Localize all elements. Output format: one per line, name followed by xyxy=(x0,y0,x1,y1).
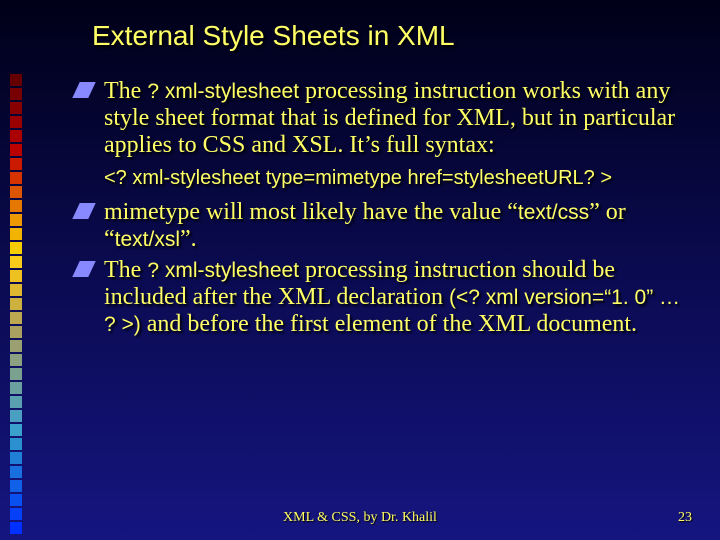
bullet-2-post: ”. xyxy=(180,226,197,252)
decorative-square xyxy=(10,88,22,100)
decorative-square xyxy=(10,354,22,366)
decorative-square-column xyxy=(10,74,34,534)
decorative-square xyxy=(10,172,22,184)
bullet-1: The ? xml-stylesheet processing instruct… xyxy=(76,78,696,159)
decorative-square xyxy=(10,466,22,478)
decorative-square xyxy=(10,270,22,282)
bullet-2-code1: text/css xyxy=(518,201,589,224)
decorative-square xyxy=(10,284,22,296)
bullet-2: mimetype will most likely have the value… xyxy=(76,199,696,253)
bullet-3-pre: The xyxy=(104,257,147,283)
bullet-icon xyxy=(72,261,95,277)
decorative-square xyxy=(10,438,22,450)
decorative-square xyxy=(10,116,22,128)
page-number: 23 xyxy=(678,510,692,526)
decorative-square xyxy=(10,326,22,338)
decorative-square xyxy=(10,130,22,142)
bullet-3-post: and before the first element of the XML … xyxy=(141,311,637,337)
bullet-icon xyxy=(72,82,95,98)
decorative-square xyxy=(10,102,22,114)
bullet-3-code: ? xml-stylesheet xyxy=(147,259,299,282)
decorative-square xyxy=(10,186,22,198)
decorative-square xyxy=(10,242,22,254)
bullet-2-code2: text/xsl xyxy=(115,228,180,251)
decorative-square xyxy=(10,256,22,268)
footer-author: XML & CSS, by Dr. Khalil xyxy=(0,510,720,526)
decorative-square xyxy=(10,480,22,492)
decorative-square xyxy=(10,452,22,464)
decorative-square xyxy=(10,424,22,436)
bullet-1-code: ? xml-stylesheet xyxy=(147,80,299,103)
decorative-square xyxy=(10,214,22,226)
slide-title: External Style Sheets in XML xyxy=(92,20,455,52)
decorative-square xyxy=(10,200,22,212)
bullet-3: The ? xml-stylesheet processing instruct… xyxy=(76,257,696,338)
slide-body: The ? xml-stylesheet processing instruct… xyxy=(76,78,696,341)
syntax-line: <? xml-stylesheet type=mimetype href=sty… xyxy=(76,167,696,189)
decorative-square xyxy=(10,144,22,156)
decorative-square xyxy=(10,368,22,380)
decorative-square xyxy=(10,298,22,310)
decorative-square xyxy=(10,74,22,86)
decorative-square xyxy=(10,228,22,240)
decorative-square xyxy=(10,382,22,394)
bullet-icon xyxy=(72,203,95,219)
bullet-2-pre: mimetype will most likely have the value… xyxy=(104,199,518,225)
decorative-square xyxy=(10,158,22,170)
decorative-square xyxy=(10,410,22,422)
decorative-square xyxy=(10,396,22,408)
slide: External Style Sheets in XML The ? xml-s… xyxy=(0,0,720,540)
decorative-square xyxy=(10,312,22,324)
decorative-square xyxy=(10,494,22,506)
decorative-square xyxy=(10,340,22,352)
bullet-1-text-pre: The xyxy=(104,78,147,104)
